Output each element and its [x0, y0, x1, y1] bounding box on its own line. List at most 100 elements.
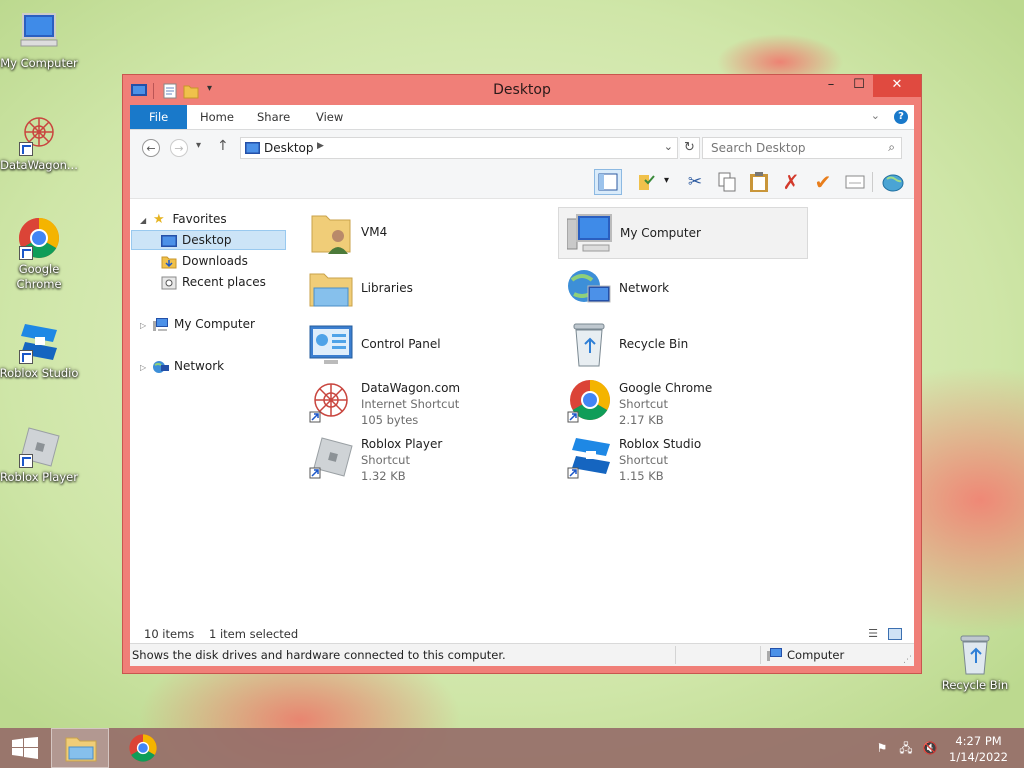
- desktop-icon-google-chrome[interactable]: Google Chrome: [0, 216, 79, 292]
- nav-desktop[interactable]: Desktop: [131, 230, 286, 250]
- nav-downloads[interactable]: Downloads: [161, 251, 248, 271]
- list-item[interactable]: Google Chrome Shortcut 2.17 KB: [558, 375, 808, 427]
- nav-favorites[interactable]: ◢ ★ Favorites: [140, 209, 227, 229]
- nav-recent-places[interactable]: Recent places: [161, 272, 266, 292]
- list-item[interactable]: My Computer: [558, 207, 808, 259]
- status-row: 10 items 1 item selected ☰: [130, 624, 914, 644]
- tab-home[interactable]: Home: [186, 105, 248, 129]
- file-explorer-icon: [65, 737, 97, 762]
- status-zone: Computer: [787, 648, 845, 662]
- volume-muted-icon[interactable]: 🔇: [922, 741, 938, 755]
- item-type: Internet Shortcut: [361, 397, 460, 411]
- list-item[interactable]: DataWagon.com Internet Shortcut 105 byte…: [300, 375, 550, 427]
- options-chevron-icon[interactable]: ▾: [664, 175, 669, 186]
- address-path[interactable]: Desktop: [264, 141, 314, 155]
- list-item[interactable]: Control Panel: [300, 319, 550, 371]
- back-button[interactable]: ←: [142, 139, 160, 157]
- nav-recent-places-label: Recent places: [182, 275, 266, 289]
- details-view-icon[interactable]: ☰: [868, 627, 878, 640]
- item-type: Shortcut: [361, 453, 410, 467]
- address-dropdown-chevron-icon[interactable]: ⌄: [664, 140, 673, 153]
- status-separator: [675, 646, 676, 664]
- roblox-studio-icon: [17, 320, 61, 364]
- maximize-button[interactable]: ☐: [845, 75, 873, 97]
- up-arrow-icon[interactable]: ↑: [217, 138, 229, 154]
- delete-button[interactable]: ✗: [778, 170, 804, 194]
- list-item[interactable]: VM4: [300, 207, 550, 259]
- network-icon: [568, 270, 611, 303]
- tab-view[interactable]: View: [302, 105, 357, 129]
- explorer-window[interactable]: ▾ Desktop – ☐ ✕ File Home Share View ⌄ ?…: [122, 74, 922, 674]
- system-clock[interactable]: 4:27 PM 1/14/2022: [949, 733, 1008, 765]
- forward-button[interactable]: →: [170, 139, 188, 157]
- navigation-pane: ◢ ★ Favorites Desktop Downloads Recent p…: [130, 199, 290, 624]
- recent-places-icon: [161, 276, 177, 289]
- paste-button[interactable]: [746, 170, 772, 194]
- list-item[interactable]: Roblox Studio Shortcut 1.15 KB: [558, 431, 808, 483]
- globe-button[interactable]: [880, 170, 906, 194]
- search-box[interactable]: Search Desktop ⌕: [702, 137, 902, 159]
- list-item[interactable]: Recycle Bin: [558, 319, 808, 371]
- expand-ribbon-chevron-icon[interactable]: ⌄: [871, 109, 880, 122]
- desktop-icon-datawagon[interactable]: DataWagon...: [0, 112, 79, 173]
- collapse-triangle-icon[interactable]: ◢: [140, 216, 146, 225]
- taskbar-file-explorer[interactable]: [51, 728, 109, 768]
- desktop-icon-my-computer[interactable]: My Computer: [0, 10, 79, 71]
- nav-favorites-label: Favorites: [172, 212, 227, 226]
- computer-icon: [152, 317, 168, 331]
- nav-my-computer[interactable]: ▷ My Computer: [140, 314, 255, 334]
- nav-network[interactable]: ▷ Network: [140, 356, 224, 376]
- item-name: DataWagon.com: [361, 381, 461, 395]
- chrome-icon: [17, 216, 61, 260]
- start-button[interactable]: [0, 728, 58, 768]
- status-separator: [760, 646, 761, 664]
- desktop-icon-roblox-studio[interactable]: Roblox Studio: [0, 320, 79, 381]
- taskbar-google-chrome[interactable]: [114, 728, 172, 768]
- toolbar-separator: [872, 172, 873, 192]
- shortcut-arrow-icon: [19, 142, 33, 156]
- list-item[interactable]: Libraries: [300, 263, 550, 315]
- list-item[interactable]: Roblox Player Shortcut 1.32 KB: [300, 431, 550, 483]
- network-tray-icon[interactable]: 🖧: [898, 741, 914, 755]
- desktop-icon-recycle-bin[interactable]: Recycle Bin: [935, 632, 1015, 693]
- list-item[interactable]: Network: [558, 263, 808, 315]
- new-item-icon: [845, 175, 865, 189]
- close-button[interactable]: ✕: [873, 75, 921, 97]
- user-folder-icon: [311, 215, 351, 254]
- expand-triangle-icon[interactable]: ▷: [140, 321, 146, 330]
- recent-locations-chevron-icon[interactable]: ▾: [196, 140, 201, 151]
- command-toolbar: ▾ ✂ ✗ ✔: [130, 166, 914, 199]
- address-bar[interactable]: Desktop ▶ ⌄: [240, 137, 678, 159]
- action-center-flag-icon[interactable]: ⚑: [874, 741, 890, 755]
- refresh-button[interactable]: ↻: [680, 137, 700, 159]
- recycle-bin-icon: [953, 632, 997, 676]
- preview-pane-button[interactable]: [594, 169, 622, 195]
- item-name: Google Chrome: [619, 381, 713, 395]
- star-icon: ★: [152, 212, 165, 227]
- copy-icon: [718, 172, 736, 192]
- desktop-icon-roblox-player[interactable]: Roblox Player: [0, 424, 79, 485]
- large-icons-view-icon[interactable]: [888, 628, 902, 640]
- expand-triangle-icon[interactable]: ▷: [140, 363, 146, 372]
- item-type: Shortcut: [619, 397, 668, 411]
- help-icon[interactable]: ?: [894, 110, 908, 124]
- roblox-player-icon: [17, 424, 61, 468]
- properties-button[interactable]: [634, 170, 660, 194]
- resize-grip-icon[interactable]: ⋰: [903, 655, 912, 665]
- computer-icon: [567, 214, 612, 252]
- title-bar[interactable]: ▾ Desktop – ☐ ✕: [123, 75, 921, 105]
- desktop-icon-label: Roblox Studio: [0, 366, 79, 380]
- copy-button[interactable]: [714, 170, 740, 194]
- minimize-button[interactable]: –: [817, 75, 845, 97]
- breadcrumb-chevron-icon[interactable]: ▶: [317, 141, 324, 151]
- chrome-icon: [567, 380, 610, 423]
- new-item-button[interactable]: [842, 170, 868, 194]
- cut-button[interactable]: ✂: [682, 170, 708, 194]
- tab-share[interactable]: Share: [243, 105, 304, 129]
- tab-file[interactable]: File: [130, 105, 188, 129]
- item-name: VM4: [361, 225, 388, 239]
- rename-button[interactable]: ✔: [810, 170, 836, 194]
- shortcut-arrow-icon: [19, 246, 33, 260]
- search-input[interactable]: Search Desktop: [711, 141, 806, 155]
- item-name: Roblox Studio: [619, 437, 702, 451]
